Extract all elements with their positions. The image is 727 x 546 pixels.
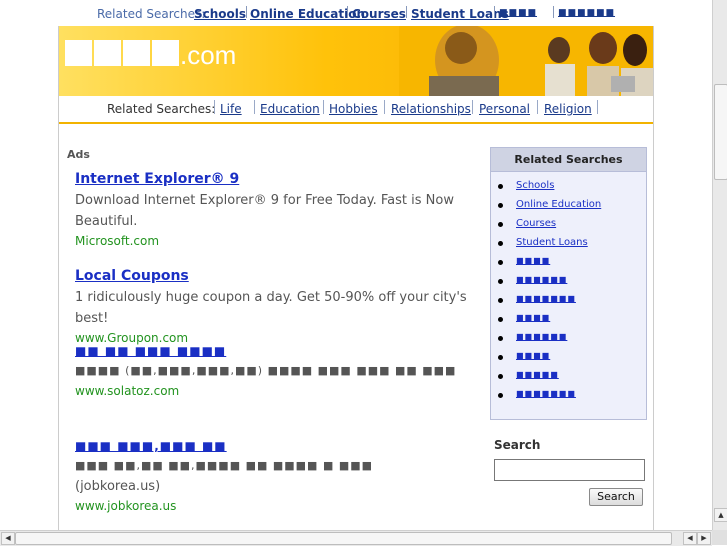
- bullet-icon: [498, 222, 503, 227]
- divider: [553, 6, 555, 18]
- divider: [494, 6, 496, 18]
- bullet-icon: [498, 317, 503, 322]
- sidebar-item[interactable]: Courses: [498, 218, 556, 229]
- bullet-icon: [498, 184, 503, 189]
- ad-description: 1 ridiculously huge coupon a day. Get 50…: [75, 290, 467, 326]
- divider: [597, 100, 598, 114]
- ads-label: Ads: [67, 148, 90, 161]
- search-input[interactable]: [494, 459, 645, 481]
- nav-link-personal[interactable]: Personal: [479, 102, 530, 116]
- search-button[interactable]: Search: [589, 488, 643, 506]
- divider: [472, 100, 473, 114]
- search-label: Search: [494, 438, 541, 452]
- scrollbar-corner: [712, 530, 727, 545]
- bullet-icon: [498, 203, 503, 208]
- nav-link-education[interactable]: Education: [260, 102, 320, 116]
- bullet-icon: [498, 374, 503, 379]
- sidebar-item[interactable]: ■■■■■■: [498, 275, 567, 284]
- ad-item: ■■■ ■■■,■■■ ■■ ■■■ ■■,■■ ■■,■■■■ ■■ ■■■■…: [75, 439, 475, 513]
- divider: [347, 6, 349, 18]
- ad-url[interactable]: www.Groupon.com: [75, 331, 475, 345]
- students-photo: [399, 26, 653, 96]
- divider: [246, 6, 248, 18]
- sidebar-item[interactable]: ■■■■■: [498, 370, 559, 379]
- ad-description: ■■■ ■■,■■ ■■,■■■■ ■■ ■■■■ ■ ■■■: [75, 459, 374, 472]
- sidebar-related-box: Related Searches Schools Online Educatio…: [490, 147, 647, 420]
- sidebar-item[interactable]: ■■■■■■: [498, 332, 567, 341]
- bullet-icon: [498, 336, 503, 341]
- sidebar-item[interactable]: ■■■■: [498, 351, 550, 360]
- ad-description: ■■■■ (■■,■■■,■■■,■■) ■■■■ ■■■ ■■■ ■■ ■■■: [75, 364, 457, 377]
- divider: [214, 100, 215, 114]
- top-link-schools[interactable]: Schools: [194, 7, 246, 21]
- ad-url[interactable]: Microsoft.com: [75, 234, 475, 248]
- bullet-icon: [498, 298, 503, 303]
- divider: [323, 100, 324, 114]
- top-link-6[interactable]: ■■■■■■: [558, 8, 615, 18]
- divider: [384, 100, 385, 114]
- nav-link-hobbies[interactable]: Hobbies: [329, 102, 378, 116]
- scroll-up-icon[interactable]: ▲: [714, 508, 727, 522]
- bullet-icon: [498, 279, 503, 284]
- sidebar-item[interactable]: ■■■■■■■: [498, 389, 576, 398]
- bullet-icon: [498, 260, 503, 265]
- nav-link-relationships[interactable]: Relationships: [391, 102, 471, 116]
- sidebar-item[interactable]: Online Education: [498, 199, 601, 210]
- horizontal-scroll-thumb[interactable]: [15, 532, 672, 545]
- bullet-icon: [498, 355, 503, 360]
- ad-title-link[interactable]: ■■■ ■■■,■■■ ■■: [75, 439, 475, 453]
- sidebar-item[interactable]: ■■■■■■■: [498, 294, 576, 303]
- ad-url[interactable]: www.solatoz.com: [75, 384, 475, 398]
- ad-item: Local Coupons 1 ridiculously huge coupon…: [75, 268, 475, 345]
- nav-link-religion[interactable]: Religion: [544, 102, 592, 116]
- top-related-bar: Related Searches: Schools Online Educati…: [0, 0, 712, 26]
- sidebar-item[interactable]: Student Loans: [498, 237, 588, 248]
- nav-label: Related Searches:: [107, 102, 216, 116]
- ad-description: Download Internet Explorer® 9 for Free T…: [75, 193, 454, 229]
- divider: [537, 100, 538, 114]
- site-banner: .com: [59, 26, 653, 96]
- site-logo-suffix: .com: [180, 40, 237, 70]
- ad-item: ■■ ■■ ■■■ ■■■■ ■■■■ (■■,■■■,■■■,■■) ■■■■…: [75, 344, 475, 398]
- ad-description-2: (jobkorea.us): [75, 479, 161, 494]
- scroll-left-icon[interactable]: ◀: [683, 532, 697, 545]
- divider: [254, 100, 255, 114]
- ad-title-link[interactable]: Local Coupons: [75, 268, 475, 284]
- ad-item: Internet Explorer® 9 Download Internet E…: [75, 171, 475, 248]
- horizontal-scrollbar[interactable]: ◀ ◀ ▶: [0, 530, 712, 546]
- bullet-icon: [498, 393, 503, 398]
- top-link-5[interactable]: ■■■■: [499, 8, 537, 18]
- top-related-label: Related Searches:: [97, 7, 206, 21]
- sidebar-header: Related Searches: [491, 148, 646, 172]
- category-nav: Related Searches: Life Education Hobbies…: [59, 96, 653, 124]
- site-logo-blocks: [65, 40, 181, 70]
- sidebar-item[interactable]: ■■■■: [498, 256, 550, 265]
- ad-url[interactable]: www.jobkorea.us: [75, 499, 475, 513]
- scroll-right-icon[interactable]: ▶: [697, 532, 711, 545]
- sidebar-item[interactable]: Schools: [498, 180, 554, 191]
- divider: [406, 6, 408, 18]
- vertical-scroll-thumb[interactable]: [714, 84, 727, 180]
- top-link-courses[interactable]: Courses: [352, 7, 406, 21]
- bullet-icon: [498, 241, 503, 246]
- scroll-left-icon[interactable]: ◀: [1, 532, 15, 545]
- ad-title-link[interactable]: Internet Explorer® 9: [75, 171, 475, 187]
- page-frame: .com Related Searches: Life Education Ho…: [58, 26, 654, 545]
- ad-title-link[interactable]: ■■ ■■ ■■■ ■■■■: [75, 344, 475, 358]
- vertical-scrollbar[interactable]: ▲ ▼: [712, 0, 727, 530]
- sidebar-item[interactable]: ■■■■: [498, 313, 550, 322]
- nav-link-life[interactable]: Life: [220, 102, 242, 116]
